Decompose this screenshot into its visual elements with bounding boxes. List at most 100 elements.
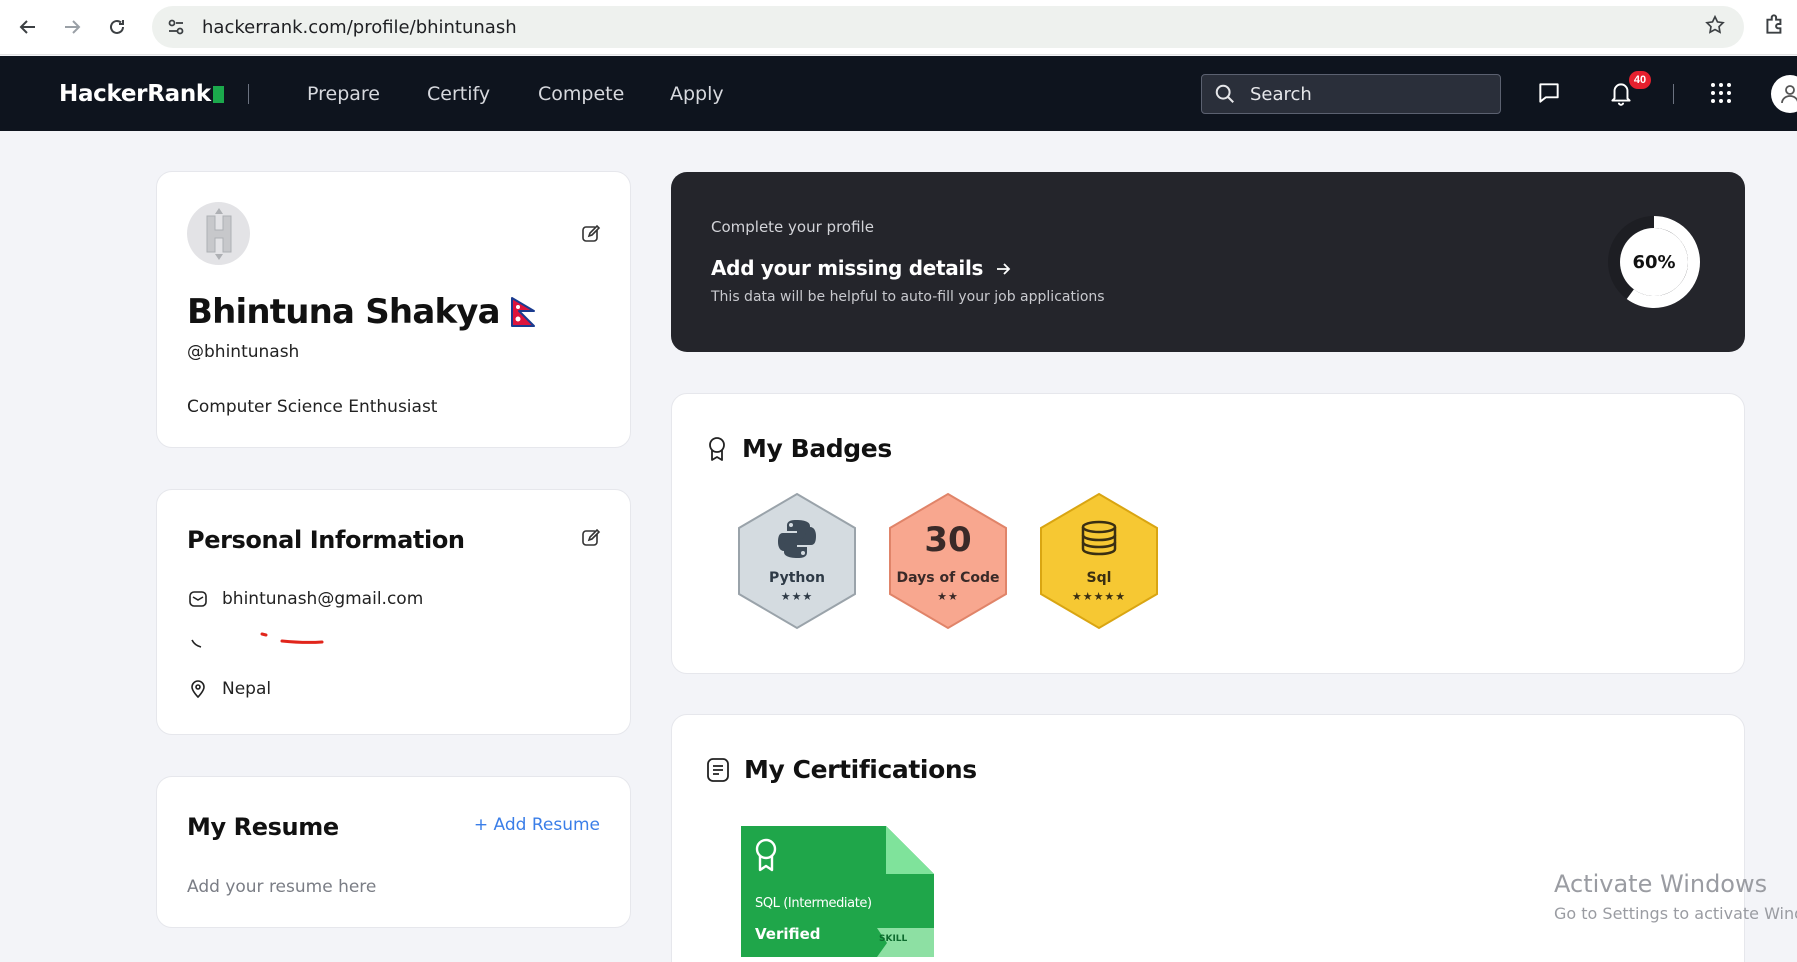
certifications-title: My Certifications	[744, 755, 977, 784]
email-row: bhintunash@gmail.com	[187, 588, 423, 610]
mail-icon	[187, 588, 209, 610]
banner-pretitle: Complete your profile	[711, 218, 874, 236]
reload-icon	[110, 19, 124, 34]
arrow-right-icon	[65, 20, 81, 34]
badge-python-hex	[738, 492, 856, 630]
profile-bio: Computer Science Enthusiast	[187, 397, 438, 417]
badges-header: My Badges	[706, 434, 892, 463]
phone-icon	[187, 630, 209, 652]
location-row: Nepal	[187, 678, 271, 700]
profile-handle: @bhintunash	[187, 342, 300, 362]
arrow-right-icon	[996, 263, 1011, 275]
personal-info-card: Personal Information bhintunash@gmail.co…	[156, 489, 631, 735]
user-avatar-button[interactable]	[1771, 75, 1797, 113]
profile-name-text: Bhintuna Shakya	[187, 292, 501, 332]
personal-info-title: Personal Information	[187, 526, 465, 554]
location-pin-icon	[187, 678, 209, 700]
browser-toolbar: hackerrank.com/profile/bhintunash	[0, 0, 1797, 55]
reload-button[interactable]	[100, 10, 134, 44]
apps-menu-button[interactable]	[1709, 81, 1733, 110]
badge-python[interactable]: Python ★★★	[734, 492, 860, 630]
nav-compete[interactable]: Compete	[538, 83, 624, 105]
logo-text: HackerRank	[59, 81, 211, 107]
header-divider	[248, 84, 249, 104]
badge-days-label: Days of Code	[896, 570, 1000, 586]
url-text[interactable]: hackerrank.com/profile/bhintunash	[202, 17, 517, 38]
extensions-icon[interactable]	[1762, 11, 1788, 42]
notification-count-badge: 40	[1629, 71, 1651, 89]
profile-avatar[interactable]	[187, 202, 250, 265]
profile-progress-ring: 60%	[1602, 210, 1706, 314]
badge-days-stars: ★★	[937, 591, 959, 603]
search-input[interactable]: Search	[1201, 74, 1501, 114]
address-bar[interactable]: hackerrank.com/profile/bhintunash	[152, 6, 1744, 48]
hexagon-badge-shape	[1040, 492, 1158, 630]
badge-days-hex	[889, 492, 1007, 630]
redacted-scribble	[260, 632, 324, 644]
messages-button[interactable]	[1536, 80, 1562, 111]
badge-days-of-code[interactable]: 30 Days of Code ★★	[885, 492, 1011, 630]
nav-certify[interactable]: Certify	[427, 83, 490, 105]
document-icon	[707, 757, 729, 782]
edit-profile-button[interactable]	[579, 222, 603, 246]
resume-card: My Resume + Add Resume Add your resume h…	[156, 776, 631, 928]
certificate-sql-intermediate[interactable]: SQL (Intermediate) Verified SKILL	[741, 826, 934, 957]
tune-icon	[168, 19, 184, 35]
site-header: HackerRank Prepare Certify Compete Apply…	[0, 56, 1797, 131]
badge-python-label: Python	[769, 570, 825, 586]
back-button[interactable]	[11, 10, 45, 44]
add-resume-link[interactable]: + Add Resume	[474, 815, 600, 835]
edit-icon	[582, 224, 601, 242]
nav-apply[interactable]: Apply	[670, 83, 724, 105]
grid-icon	[1711, 83, 1731, 103]
profile-card: Bhintuna Shakya @bhintunash Computer Sci…	[156, 171, 631, 448]
badge-sql-label: Sql	[1086, 570, 1112, 586]
logo-square-icon	[212, 85, 224, 103]
badge-days-number: 30	[924, 520, 972, 560]
windows-activation-watermark: Activate Windows Go to Settings to activ…	[1554, 870, 1797, 923]
ribbon-icon	[755, 838, 777, 872]
badge-python-stars: ★★★	[780, 591, 814, 603]
user-icon	[1781, 85, 1797, 104]
award-icon	[709, 436, 725, 461]
certifications-header: My Certifications	[706, 755, 977, 784]
certificate-label: SQL (Intermediate)	[755, 896, 872, 911]
arrow-left-icon	[19, 20, 35, 34]
forward-button[interactable]	[55, 10, 89, 44]
chat-icon	[1539, 83, 1559, 103]
add-missing-details-link[interactable]: Add your missing details	[711, 256, 1012, 280]
nepal-flag-icon	[510, 297, 535, 327]
complete-profile-banner: Complete your profile Add your missing d…	[671, 172, 1745, 352]
progress-percent: 60%	[1632, 251, 1676, 273]
badge-sql-hex	[1040, 492, 1158, 630]
hexagon-badge-shape	[889, 492, 1007, 630]
email-text: bhintunash@gmail.com	[222, 589, 424, 609]
watermark-line2: Go to Settings to activate Windows.	[1554, 904, 1797, 923]
certificate-status: Verified	[755, 925, 821, 943]
watermark-line1: Activate Windows	[1554, 870, 1768, 898]
nav-prepare[interactable]: Prepare	[307, 83, 380, 105]
location-text: Nepal	[222, 679, 272, 699]
badge-sql-stars: ★★★★★	[1071, 591, 1127, 603]
edit-personal-info-button[interactable]	[579, 526, 603, 550]
cta-text: Add your missing details	[711, 256, 984, 280]
search-icon	[1215, 84, 1234, 103]
banner-subtitle: This data will be helpful to auto-fill y…	[711, 289, 1105, 305]
phone-row	[187, 630, 332, 652]
hexagon-badge-shape	[738, 492, 856, 630]
certificate-tag: SKILL	[879, 934, 908, 944]
site-info-button[interactable]	[158, 9, 194, 45]
resume-empty-text: Add your resume here	[187, 877, 377, 897]
search-placeholder: Search	[1250, 83, 1312, 105]
hackerrank-h-icon	[206, 207, 231, 260]
header-divider-2	[1673, 84, 1674, 104]
certifications-card: My Certifications SQL (Intermediate) Ver…	[671, 714, 1745, 962]
badge-sql[interactable]: Sql ★★★★★	[1036, 492, 1162, 630]
bookmark-star-icon[interactable]	[1704, 14, 1726, 41]
badges-title: My Badges	[742, 434, 892, 463]
edit-icon	[582, 528, 601, 546]
badges-card: My Badges Python ★★★ 30 Days of Code ★★	[671, 393, 1745, 674]
profile-name: Bhintuna Shakya	[187, 292, 536, 332]
resume-title: My Resume	[187, 813, 339, 841]
hackerrank-logo[interactable]: HackerRank	[59, 81, 224, 107]
